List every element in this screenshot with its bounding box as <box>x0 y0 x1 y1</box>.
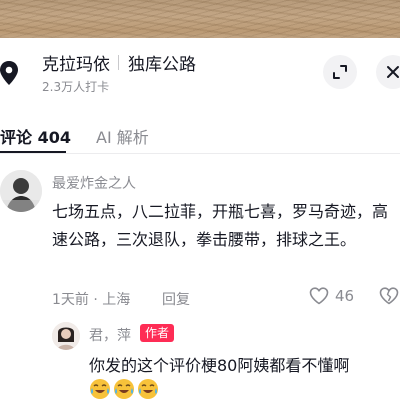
location-title[interactable]: 克拉玛依 独库公路 <box>42 50 196 75</box>
heart-icon <box>309 287 329 305</box>
reply-avatar-image <box>52 322 80 350</box>
emoji-row <box>89 378 159 400</box>
tab-comments[interactable]: 评论 404 <box>0 124 71 148</box>
title-separator <box>118 55 119 70</box>
crying-laughing-emoji-icon <box>90 379 110 399</box>
reply-text: 你发的这个评价梗80阿姨都看不懂啊 <box>89 356 350 375</box>
location-name: 克拉玛依 <box>42 55 110 75</box>
close-icon <box>387 66 399 78</box>
reply-username[interactable]: 君，萍 <box>89 325 131 345</box>
comment-meta: 1天前 · 上海 <box>52 292 131 308</box>
avatar-image <box>0 170 42 212</box>
tabs-divider <box>0 153 400 154</box>
reply-button[interactable]: 回复 <box>162 289 190 309</box>
crying-laughing-emoji-icon <box>138 379 158 399</box>
author-badge: 作者 <box>140 324 175 342</box>
comment-username[interactable]: 最爱炸金之人 <box>52 173 136 193</box>
close-button[interactable] <box>376 55 400 89</box>
comment-text: 七场五点，八二拉菲，开瓶七喜，罗马奇迹，高速公路，三次退队，拳击腰带，排球之王。 <box>52 202 389 249</box>
location-pin-icon <box>0 61 18 85</box>
like-button[interactable]: 46 <box>309 287 354 305</box>
location-cover-photo <box>0 0 400 38</box>
expand-button[interactable] <box>323 55 357 89</box>
tab-ai-analysis[interactable]: AI 解析 <box>96 124 149 148</box>
reply-avatar[interactable] <box>52 322 80 350</box>
route-name: 独库公路 <box>128 55 196 75</box>
crying-laughing-emoji-icon <box>114 379 134 399</box>
broken-heart-icon[interactable] <box>378 287 400 305</box>
checkin-count: 2.3万人打卡 <box>42 80 110 94</box>
avatar[interactable] <box>0 170 42 212</box>
expand-icon <box>333 65 347 79</box>
like-count: 46 <box>335 287 355 305</box>
